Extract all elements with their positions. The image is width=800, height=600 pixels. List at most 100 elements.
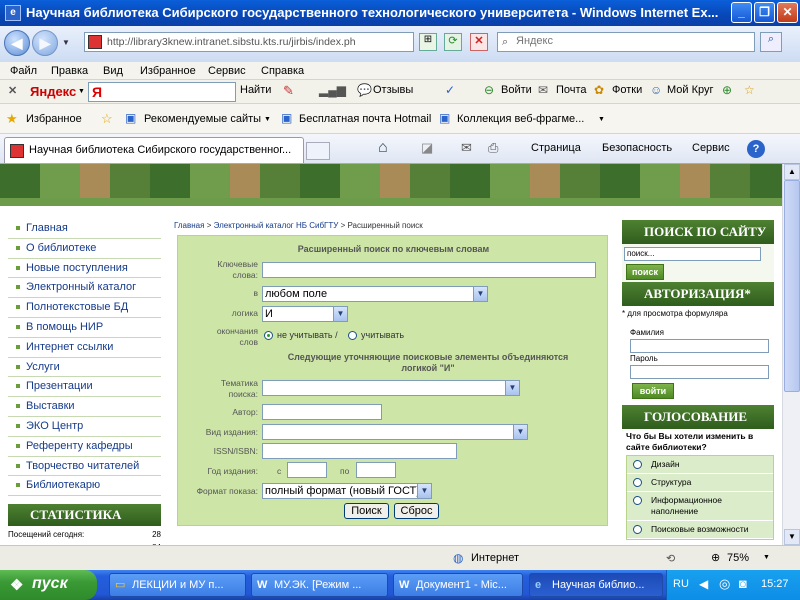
window-titlebar[interactable]: e Научная библиотека Сибирского государс… xyxy=(0,0,800,26)
tab-active[interactable]: Научная библиотека Сибирского государств… xyxy=(4,137,304,163)
signal-icon[interactable]: ▂▄▆ xyxy=(319,83,346,97)
refresh-icon[interactable]: ⟳ xyxy=(444,33,462,51)
endings-consider-radio[interactable] xyxy=(348,331,357,340)
help-icon[interactable]: ? xyxy=(747,140,765,158)
star-add-icon[interactable]: ☆ xyxy=(744,83,755,97)
breadcrumb-catalog[interactable]: Электронный каталог НБ СибГТУ xyxy=(214,221,339,230)
add-favorite-icon[interactable]: ☆ xyxy=(101,111,113,127)
network-icon[interactable]: ◙ xyxy=(739,576,747,591)
author-input[interactable] xyxy=(262,404,382,420)
hotmail-link[interactable]: Бесплатная почта Hotmail xyxy=(299,113,431,125)
vote-radio[interactable] xyxy=(633,525,642,534)
scroll-thumb[interactable] xyxy=(784,180,800,392)
menu-file[interactable]: Файл xyxy=(10,65,37,77)
display-format-select[interactable]: полный формат (новый ГОСТ) ▼ xyxy=(262,483,432,499)
nav-item[interactable]: Творчество читателей xyxy=(8,457,161,477)
nav-item[interactable]: Референту кафедры xyxy=(8,437,161,457)
close-toolbar-icon[interactable]: ✕ xyxy=(8,84,17,97)
menu-help[interactable]: Справка xyxy=(261,65,304,77)
menu-tools[interactable]: Сервис xyxy=(208,65,246,77)
print-icon[interactable]: ⎙ xyxy=(488,140,498,156)
vote-radio[interactable] xyxy=(633,460,642,469)
my-circle-button[interactable]: Мой Круг xyxy=(667,84,714,96)
forward-button[interactable]: ▶ xyxy=(32,30,58,56)
nav-item[interactable]: ЭКО Центр xyxy=(8,417,161,437)
breadcrumb-home[interactable]: Главная xyxy=(174,221,204,230)
mail-button[interactable]: Почта xyxy=(556,84,587,96)
nav-item[interactable]: Электронный каталог xyxy=(8,278,161,299)
close-button[interactable]: ✕ xyxy=(777,2,798,23)
web-slice-gallery-link[interactable]: Коллекция веб-фрагме... xyxy=(457,113,584,125)
menu-favorites[interactable]: Избранное xyxy=(140,65,196,77)
year-from-input[interactable] xyxy=(287,462,327,478)
reviews-button[interactable]: Отзывы xyxy=(373,84,413,96)
nav-item[interactable]: Полнотекстовые БД xyxy=(8,298,161,318)
publication-type-select[interactable]: ▼ xyxy=(262,424,528,440)
search-input[interactable] xyxy=(516,35,746,47)
endings-ignore-radio[interactable] xyxy=(264,331,273,340)
year-to-input[interactable] xyxy=(356,462,396,478)
login-button[interactable]: войти xyxy=(632,383,674,399)
in-field-select[interactable]: любом поле ▼ xyxy=(262,286,488,302)
tray-app-icon[interactable]: ◎ xyxy=(719,576,730,592)
read-mail-icon[interactable]: ✉ xyxy=(461,140,472,156)
new-tab-button[interactable] xyxy=(306,142,330,160)
protected-mode-icon[interactable]: ⟲ xyxy=(666,552,675,565)
favorites-button[interactable]: Избранное xyxy=(26,113,82,125)
vote-radio[interactable] xyxy=(633,496,642,505)
scroll-down-icon[interactable]: ▼ xyxy=(784,529,800,545)
chevron-down-icon[interactable]: ▼ xyxy=(598,116,605,123)
security-menu[interactable]: Безопасность xyxy=(602,142,672,154)
nav-item[interactable]: Выставки xyxy=(8,397,161,417)
marker-icon[interactable]: ✎ xyxy=(283,83,294,99)
site-search-input[interactable]: поиск... xyxy=(624,247,761,261)
chevron-down-icon[interactable]: ▼ xyxy=(264,116,271,123)
taskbar-item-word-2[interactable]: W Документ1 - Mic... xyxy=(393,573,523,597)
page-scrollbar[interactable]: ▲ ▼ xyxy=(782,164,800,545)
yandex-find-button[interactable]: Найти xyxy=(240,84,271,96)
nav-item[interactable]: Презентации xyxy=(8,377,161,398)
issn-input[interactable] xyxy=(262,443,457,459)
nav-item[interactable]: Библиотекарю xyxy=(8,476,161,497)
nav-item[interactable]: Главная xyxy=(8,219,161,239)
theme-select[interactable]: ▼ xyxy=(262,380,520,396)
nav-item[interactable]: О библиотеке xyxy=(8,239,161,259)
taskbar-item-word-1[interactable]: W МУ.ЭК. [Режим ... xyxy=(251,573,388,597)
zoom-level[interactable]: 75% xyxy=(727,552,749,564)
site-search-button[interactable]: поиск xyxy=(626,264,664,280)
back-button[interactable]: ◀ xyxy=(4,30,30,56)
rss-icon[interactable]: ◪ xyxy=(421,140,433,156)
password-input[interactable] xyxy=(630,365,769,379)
nav-item[interactable]: Услуги xyxy=(8,358,161,378)
tools-menu[interactable]: Сервис xyxy=(692,142,730,154)
search-field[interactable]: ⌕ xyxy=(497,32,755,52)
language-indicator[interactable]: RU xyxy=(673,578,689,590)
taskbar-item-ie[interactable]: e Научная библио... xyxy=(529,573,663,597)
yandex-logo[interactable]: Яндекс xyxy=(30,84,76,99)
photos-button[interactable]: Фотки xyxy=(612,84,642,96)
home-icon[interactable]: ⌂ xyxy=(378,139,388,157)
history-dropdown-icon[interactable]: ▼ xyxy=(62,38,70,47)
yandex-menu-icon[interactable]: ▼ xyxy=(78,88,85,95)
reset-button[interactable]: Сброс xyxy=(394,503,439,519)
recommended-sites-link[interactable]: Рекомендуемые сайты xyxy=(144,113,261,125)
login-button[interactable]: Войти xyxy=(501,84,532,96)
keywords-input[interactable] xyxy=(262,262,596,278)
search-button[interactable]: ⌕ xyxy=(760,32,782,52)
search-button[interactable]: Поиск xyxy=(344,503,389,519)
menu-view[interactable]: Вид xyxy=(103,65,123,77)
start-button[interactable]: ❖ пуск xyxy=(0,570,97,600)
address-field[interactable]: http://library3knew.intranet.sibstu.kts.… xyxy=(84,32,414,52)
surname-input[interactable] xyxy=(630,339,769,353)
chevron-down-icon[interactable]: ▼ xyxy=(763,554,770,561)
menu-edit[interactable]: Правка xyxy=(51,65,88,77)
add-icon[interactable]: ⊕ xyxy=(722,83,732,97)
nav-item[interactable]: Интернет ссылки xyxy=(8,338,161,358)
nav-item[interactable]: Новые поступления xyxy=(8,259,161,279)
minimize-button[interactable]: _ xyxy=(731,2,752,23)
compat-view-icon[interactable]: ⊞ xyxy=(419,33,437,51)
page-menu[interactable]: Страница xyxy=(531,142,581,154)
yandex-search-input[interactable]: Я xyxy=(88,82,236,102)
spellcheck-icon[interactable]: ✓ xyxy=(445,83,455,97)
maximize-button[interactable]: ❐ xyxy=(754,2,775,23)
